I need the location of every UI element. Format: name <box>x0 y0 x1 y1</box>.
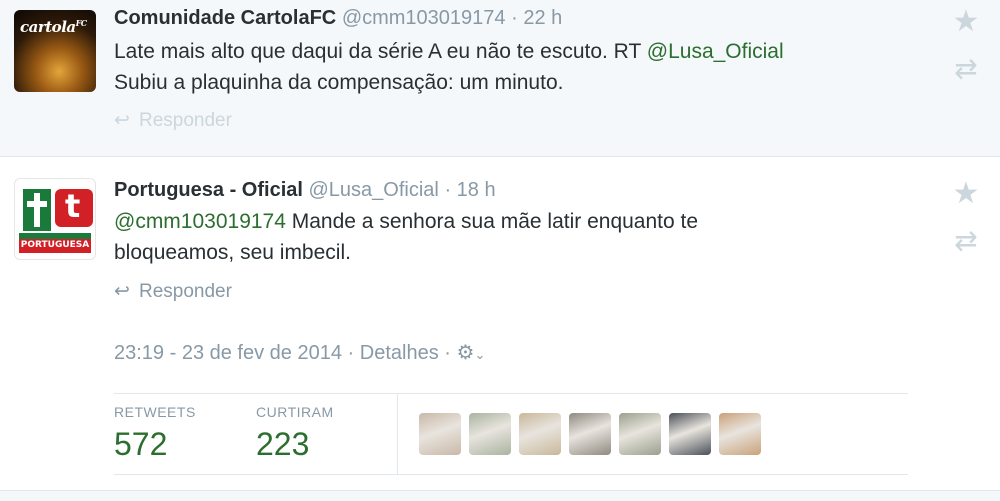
tweet-timestamp[interactable]: 23:19 - 23 de fev de 2014 <box>114 342 342 364</box>
avatar-logo-text: cartolaFC <box>20 18 87 36</box>
tweet-meta: 23:19 - 23 de fev de 2014 · Detalhes · ⚙… <box>114 340 485 365</box>
retweet-icon[interactable]: ⇄ <box>949 52 983 85</box>
tweet-time[interactable]: 22 h <box>523 7 562 29</box>
tweet-header: Portuguesa - Oficial @Lusa_Oficial · 18 … <box>114 179 496 202</box>
author-fullname[interactable]: Portuguesa - Oficial <box>114 179 303 201</box>
retweets-stat[interactable]: RETWEETS 572 <box>114 404 196 463</box>
reply-label: Responder <box>139 281 232 302</box>
retweet-icon[interactable]: ⇄ <box>949 224 983 257</box>
star-icon[interactable]: ★ <box>949 4 983 39</box>
timeline-bottom-border <box>0 490 1000 501</box>
reply-label: Responder <box>139 110 232 131</box>
details-link[interactable]: Detalhes <box>360 342 439 364</box>
meta-separator: · <box>444 342 451 364</box>
retweets-label: RETWEETS <box>114 404 196 420</box>
header-separator: · <box>511 7 518 29</box>
favoriter-avatar[interactable] <box>619 413 661 455</box>
reply-button[interactable]: ↩ Responder <box>114 280 232 303</box>
avatar-cartolafc[interactable]: cartolaFC <box>14 10 96 92</box>
retweets-count: 572 <box>114 426 168 462</box>
star-icon[interactable]: ★ <box>949 176 983 211</box>
tweet-header: Comunidade CartolaFC @cmm103019174 · 22 … <box>114 7 562 30</box>
chevron-down-icon[interactable]: ⌄ <box>474 347 485 362</box>
tweet-text-part: Subiu a plaquinha da compensação: um min… <box>114 71 564 94</box>
avatar-portuguesa[interactable]: t PORTUGUESA <box>14 178 96 260</box>
author-handle[interactable]: @Lusa_Oficial <box>309 179 439 201</box>
favorites-stat[interactable]: CURTIRAM 223 <box>256 404 334 463</box>
author-handle[interactable]: @cmm103019174 <box>342 7 506 29</box>
stats-divider-top <box>114 393 908 394</box>
favorites-count: 223 <box>256 426 310 462</box>
tweet-cartolafc: cartolaFC Comunidade CartolaFC @cmm10301… <box>0 0 1000 157</box>
gear-icon[interactable]: ⚙ <box>457 342 475 364</box>
stats-divider-vertical <box>397 394 398 474</box>
header-separator: · <box>444 179 452 201</box>
avatar-cross-vertical <box>34 193 40 227</box>
meta-separator: · <box>347 342 355 364</box>
favoriter-avatar[interactable] <box>669 413 711 455</box>
favorites-label: CURTIRAM <box>256 404 334 420</box>
tweet-text-part: Late mais alto que daqui da série A eu n… <box>114 40 647 63</box>
author-fullname[interactable]: Comunidade CartolaFC <box>114 7 336 29</box>
tweet-time[interactable]: 18 h <box>457 179 496 201</box>
tweet-text-part: Mande a senhora sua mãe latir enquanto t… <box>285 210 699 233</box>
favoriter-avatar[interactable] <box>569 413 611 455</box>
tweet-text: Late mais alto que daqui da série A eu n… <box>114 36 784 98</box>
mention-link[interactable]: @cmm103019174 <box>114 210 286 233</box>
avatar-cross-horizontal <box>27 201 47 207</box>
avatar-t-letter: t <box>65 187 81 225</box>
reply-arrow-icon: ↩ <box>114 110 130 131</box>
favoriter-avatar[interactable] <box>719 413 761 455</box>
tweet-portuguesa: t PORTUGUESA Portuguesa - Oficial @Lusa_… <box>0 158 1000 500</box>
stats-divider-bottom <box>114 474 908 475</box>
avatar-caption: PORTUGUESA <box>20 240 90 250</box>
favoriter-avatar[interactable] <box>519 413 561 455</box>
reply-arrow-icon: ↩ <box>114 281 130 302</box>
favoriter-avatar[interactable] <box>419 413 461 455</box>
mention-link[interactable]: @Lusa_Oficial <box>647 40 784 63</box>
tweet-text-part: bloqueamos, seu imbecil. <box>114 241 351 264</box>
favoriter-avatar[interactable] <box>469 413 511 455</box>
tweet-text: @cmm103019174 Mande a senhora sua mãe la… <box>114 206 698 268</box>
reply-button[interactable]: ↩ Responder <box>114 109 232 132</box>
